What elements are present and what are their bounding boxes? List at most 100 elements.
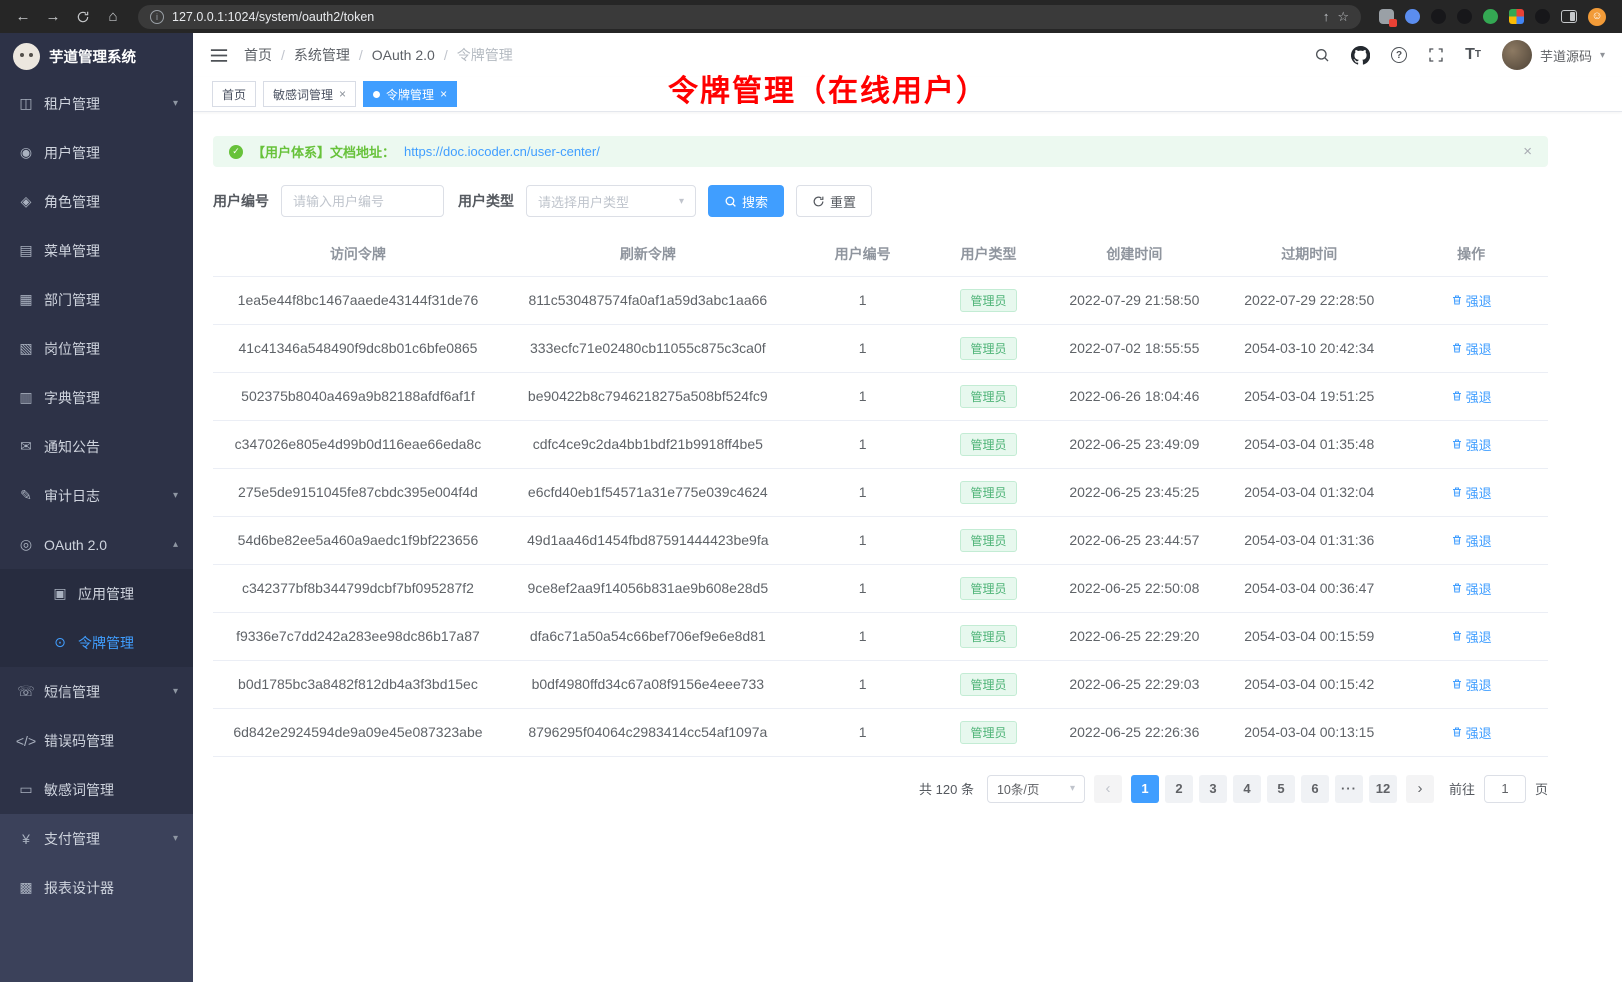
force-logout-button[interactable]: 强退 xyxy=(1451,675,1492,694)
search-icon[interactable] xyxy=(1314,47,1330,63)
action-cell: 强退 xyxy=(1394,516,1548,564)
force-logout-button[interactable]: 强退 xyxy=(1451,483,1492,502)
force-logout-button[interactable]: 强退 xyxy=(1451,579,1492,598)
user-type-tag: 管理员 xyxy=(960,721,1016,744)
page-button[interactable]: 12 xyxy=(1369,775,1397,803)
sidebar-item-pay[interactable]: ¥ 支付管理 ▾ xyxy=(0,814,193,863)
sidebar-item-oauth2-app[interactable]: ▣ 应用管理 xyxy=(0,569,193,618)
sidebar-item-role[interactable]: ◈ 角色管理 xyxy=(0,177,193,226)
fullscreen-icon[interactable] xyxy=(1428,47,1444,63)
page-button[interactable]: 5 xyxy=(1267,775,1295,803)
sidebar-item-menu[interactable]: ▤ 菜单管理 xyxy=(0,226,193,275)
home-icon[interactable]: ⌂ xyxy=(100,4,126,30)
share-icon[interactable]: ↑ xyxy=(1323,9,1330,24)
doc-link[interactable]: https://doc.iocoder.cn/user-center/ xyxy=(404,144,600,159)
page-button[interactable]: 4 xyxy=(1233,775,1261,803)
browser-profile-avatar[interactable]: ☺ xyxy=(1588,8,1606,26)
github-icon[interactable] xyxy=(1351,46,1370,65)
page-size-select[interactable]: 10条/页 ▾ xyxy=(987,775,1085,803)
font-size-icon[interactable]: TT xyxy=(1465,47,1481,63)
breadcrumb-oauth2[interactable]: OAuth 2.0 xyxy=(372,47,435,63)
reset-button[interactable]: 重置 xyxy=(796,185,872,217)
access-token-cell: 54d6be82ee5a460a9aedc1f9bf223656 xyxy=(213,516,503,564)
refresh-token-cell: b0df4980ffd34c67a08f9156e4eee733 xyxy=(503,660,793,708)
prev-page-button[interactable]: ‹ xyxy=(1094,775,1122,803)
page-ellipsis-button[interactable]: ··· xyxy=(1335,775,1363,803)
extension-blue-icon[interactable] xyxy=(1405,9,1420,24)
created-time-cell: 2022-06-25 22:29:03 xyxy=(1044,660,1224,708)
reload-icon[interactable] xyxy=(70,4,96,30)
sidebar-item-error-code[interactable]: </> 错误码管理 xyxy=(0,716,193,765)
alert-close-icon[interactable]: × xyxy=(1523,143,1532,160)
force-logout-button[interactable]: 强退 xyxy=(1451,531,1492,550)
extensions-puzzle-icon[interactable] xyxy=(1509,9,1524,24)
user-type-cell: 管理员 xyxy=(933,708,1045,756)
back-icon[interactable]: ← xyxy=(10,4,36,30)
site-info-icon[interactable]: i xyxy=(150,10,164,24)
force-logout-button[interactable]: 强退 xyxy=(1451,387,1492,406)
header-actions: ? TT 芋道源码 ▾ xyxy=(1314,40,1605,70)
sidebar-item-report-designer[interactable]: ▩ 报表设计器 xyxy=(0,863,193,912)
sidebar-item-sensitive-word[interactable]: ▭ 敏感词管理 xyxy=(0,765,193,814)
sidebar-item-sms[interactable]: ☏ 短信管理 ▾ xyxy=(0,667,193,716)
close-icon[interactable]: × xyxy=(339,87,346,101)
sidebar-item-oauth2-token[interactable]: ⊙ 令牌管理 xyxy=(0,618,193,667)
extension-dark-icon-3[interactable] xyxy=(1535,9,1550,24)
address-bar[interactable]: i 127.0.0.1:1024/system/oauth2/token ↑ ☆ xyxy=(138,5,1361,29)
extension-green-icon[interactable] xyxy=(1483,9,1498,24)
sidebar-item-notice[interactable]: ✉ 通知公告 xyxy=(0,422,193,471)
extension-dark-icon-2[interactable] xyxy=(1457,9,1472,24)
breadcrumb-current: 令牌管理 xyxy=(457,45,513,65)
sidebar-item-audit-log[interactable]: ✎ 审计日志 ▾ xyxy=(0,471,193,520)
search-button-label: 搜索 xyxy=(742,192,768,211)
sidebar-item-dept[interactable]: ▦ 部门管理 xyxy=(0,275,193,324)
breadcrumb-system[interactable]: 系统管理 xyxy=(294,45,350,65)
force-logout-button[interactable]: 强退 xyxy=(1451,723,1492,742)
tab-sensitive-word[interactable]: 敏感词管理 × xyxy=(263,81,356,107)
extension-grid-icon[interactable] xyxy=(1379,9,1394,24)
breadcrumb-home[interactable]: 首页 xyxy=(244,45,272,65)
next-page-button[interactable]: › xyxy=(1406,775,1434,803)
user-id-cell: 1 xyxy=(793,276,933,324)
bookmark-star-icon[interactable]: ☆ xyxy=(1337,9,1349,25)
table-row: c347026e805e4d99b0d116eae66eda8ccdfc4ce9… xyxy=(213,420,1548,468)
page-button[interactable]: 6 xyxy=(1301,775,1329,803)
doc-alert: ✓ 【用户体系】文档地址： https://doc.iocoder.cn/use… xyxy=(213,136,1548,167)
side-panel-icon[interactable] xyxy=(1561,10,1577,23)
force-logout-button[interactable]: 强退 xyxy=(1451,339,1492,358)
sidebar-item-label: 应用管理 xyxy=(78,584,178,604)
expire-time-cell: 2054-03-04 00:15:42 xyxy=(1224,660,1394,708)
user-menu[interactable]: 芋道源码 ▾ xyxy=(1502,40,1605,70)
tab-token[interactable]: 令牌管理 × xyxy=(363,81,457,107)
extension-dark-icon-1[interactable] xyxy=(1431,9,1446,24)
force-logout-button[interactable]: 强退 xyxy=(1451,435,1492,454)
forward-icon[interactable]: → xyxy=(40,4,66,30)
goto-page-input[interactable] xyxy=(1484,775,1526,803)
sidebar-item-dict[interactable]: ▥ 字典管理 xyxy=(0,373,193,422)
sidebar-item-user[interactable]: ◉ 用户管理 xyxy=(0,128,193,177)
page-button[interactable]: 2 xyxy=(1165,775,1193,803)
user-type-tag: 管理员 xyxy=(960,529,1016,552)
sidebar-item-post[interactable]: ▧ 岗位管理 xyxy=(0,324,193,373)
close-icon[interactable]: × xyxy=(440,87,447,101)
page-button[interactable]: 3 xyxy=(1199,775,1227,803)
help-icon[interactable]: ? xyxy=(1391,47,1407,63)
search-button[interactable]: 搜索 xyxy=(708,185,784,217)
sidebar-collapse-icon[interactable] xyxy=(210,48,228,63)
force-logout-button[interactable]: 强退 xyxy=(1451,291,1492,310)
expire-time-cell: 2054-03-04 01:32:04 xyxy=(1224,468,1394,516)
user-type-tag: 管理员 xyxy=(960,673,1016,696)
force-logout-button[interactable]: 强退 xyxy=(1451,627,1492,646)
app-logo[interactable]: 芋道管理系统 xyxy=(0,33,193,79)
page-button[interactable]: 1 xyxy=(1131,775,1159,803)
user-type-select[interactable]: 请选择用户类型 ▾ xyxy=(526,185,696,217)
token-icon: ⊙ xyxy=(49,634,71,651)
user-type-placeholder: 请选择用户类型 xyxy=(538,192,629,211)
role-icon: ◈ xyxy=(15,193,37,210)
sidebar-item-tenant[interactable]: ◫ 租户管理 ▾ xyxy=(0,79,193,128)
user-type-cell: 管理员 xyxy=(933,468,1045,516)
user-id-input[interactable] xyxy=(281,185,444,217)
tab-home[interactable]: 首页 xyxy=(212,81,256,107)
col-access-token: 访问令牌 xyxy=(213,233,503,276)
sidebar-item-oauth2[interactable]: ◎ OAuth 2.0 ▴ xyxy=(0,520,193,569)
